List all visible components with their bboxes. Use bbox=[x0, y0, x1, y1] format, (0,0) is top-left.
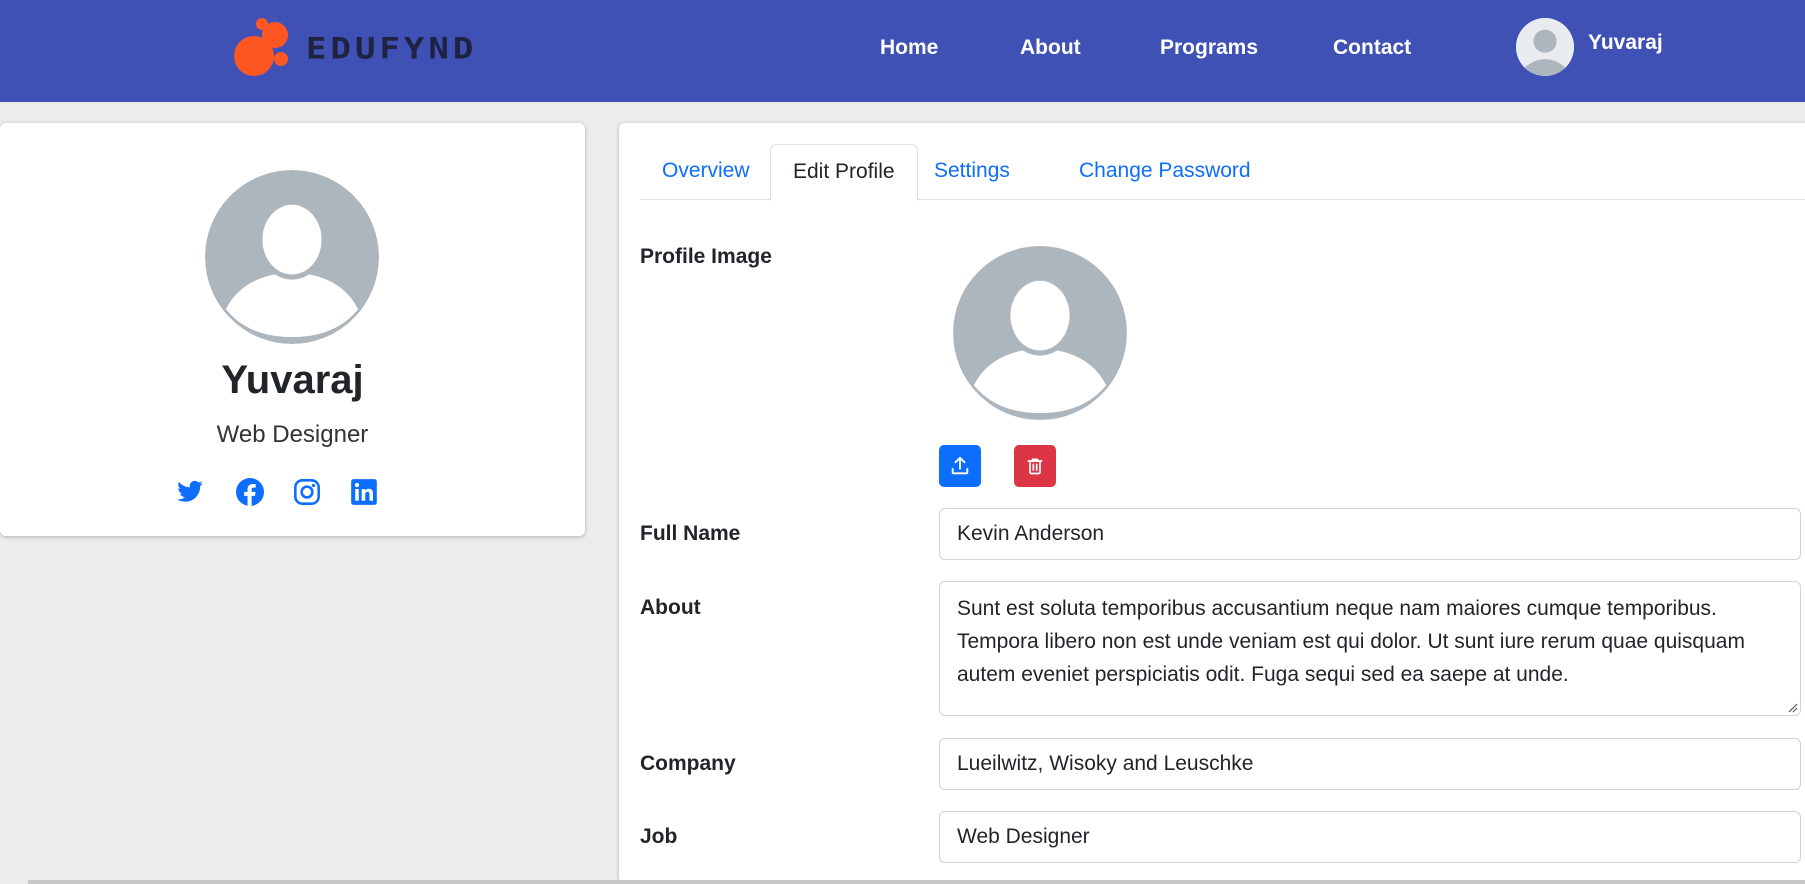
tab-change-password[interactable]: Change Password bbox=[1057, 144, 1273, 200]
logo-text: EDUFYND bbox=[306, 32, 478, 66]
tab-overview[interactable]: Overview bbox=[640, 144, 772, 200]
bubbles-logo-icon bbox=[232, 18, 296, 80]
nav-programs-link[interactable]: Programs bbox=[1160, 36, 1258, 60]
tab-edit-profile[interactable]: Edit Profile bbox=[770, 144, 918, 201]
nav-contact-link[interactable]: Contact bbox=[1333, 36, 1411, 60]
resize-grip-icon[interactable] bbox=[1786, 701, 1798, 713]
nav-about-link[interactable]: About bbox=[1020, 36, 1081, 60]
profile-name: Yuvaraj bbox=[221, 358, 364, 402]
horizontal-scrollbar[interactable] bbox=[28, 880, 1805, 884]
about-label: About bbox=[640, 596, 701, 619]
instagram-icon[interactable] bbox=[293, 478, 321, 506]
delete-image-button[interactable] bbox=[1014, 445, 1056, 487]
upload-icon bbox=[951, 456, 969, 475]
company-label: Company bbox=[640, 752, 736, 775]
full-name-label: Full Name bbox=[640, 522, 741, 545]
job-label: Job bbox=[640, 825, 678, 848]
trash-icon bbox=[1027, 458, 1043, 475]
user-name: Yuvaraj bbox=[1588, 31, 1663, 54]
top-navbar: EDUFYND Home About Programs Contact Yuva… bbox=[0, 0, 1805, 102]
facebook-icon[interactable] bbox=[236, 478, 264, 506]
user-avatar-icon bbox=[1516, 18, 1574, 76]
edit-profile-card: Overview Edit Profile Settings Change Pa… bbox=[619, 123, 1805, 883]
profile-image-label: Profile Image bbox=[640, 245, 772, 268]
twitter-icon[interactable] bbox=[176, 478, 204, 506]
brand-logo[interactable]: EDUFYND bbox=[232, 18, 477, 80]
upload-image-button[interactable] bbox=[939, 445, 981, 487]
job-field[interactable]: Web Designer bbox=[939, 811, 1801, 863]
linkedin-icon[interactable] bbox=[350, 478, 378, 506]
nav-home-link[interactable]: Home bbox=[880, 36, 938, 60]
profile-tabs: Overview Edit Profile Settings Change Pa… bbox=[640, 144, 1805, 201]
full-name-field[interactable]: Kevin Anderson bbox=[939, 508, 1801, 560]
about-textarea[interactable]: Sunt est soluta temporibus accusantium n… bbox=[939, 581, 1801, 716]
company-field[interactable]: Lueilwitz, Wisoky and Leuschke bbox=[939, 738, 1801, 790]
profile-image-avatar-icon bbox=[953, 246, 1127, 420]
about-text: Sunt est soluta temporibus accusantium n… bbox=[957, 597, 1745, 686]
social-links bbox=[176, 478, 378, 508]
user-menu[interactable]: Yuvaraj bbox=[1516, 18, 1663, 76]
profile-job: Web Designer bbox=[216, 421, 369, 448]
profile-avatar-icon bbox=[205, 170, 379, 344]
profile-card: Yuvaraj Web Designer bbox=[0, 123, 585, 536]
tab-settings[interactable]: Settings bbox=[912, 144, 1032, 200]
